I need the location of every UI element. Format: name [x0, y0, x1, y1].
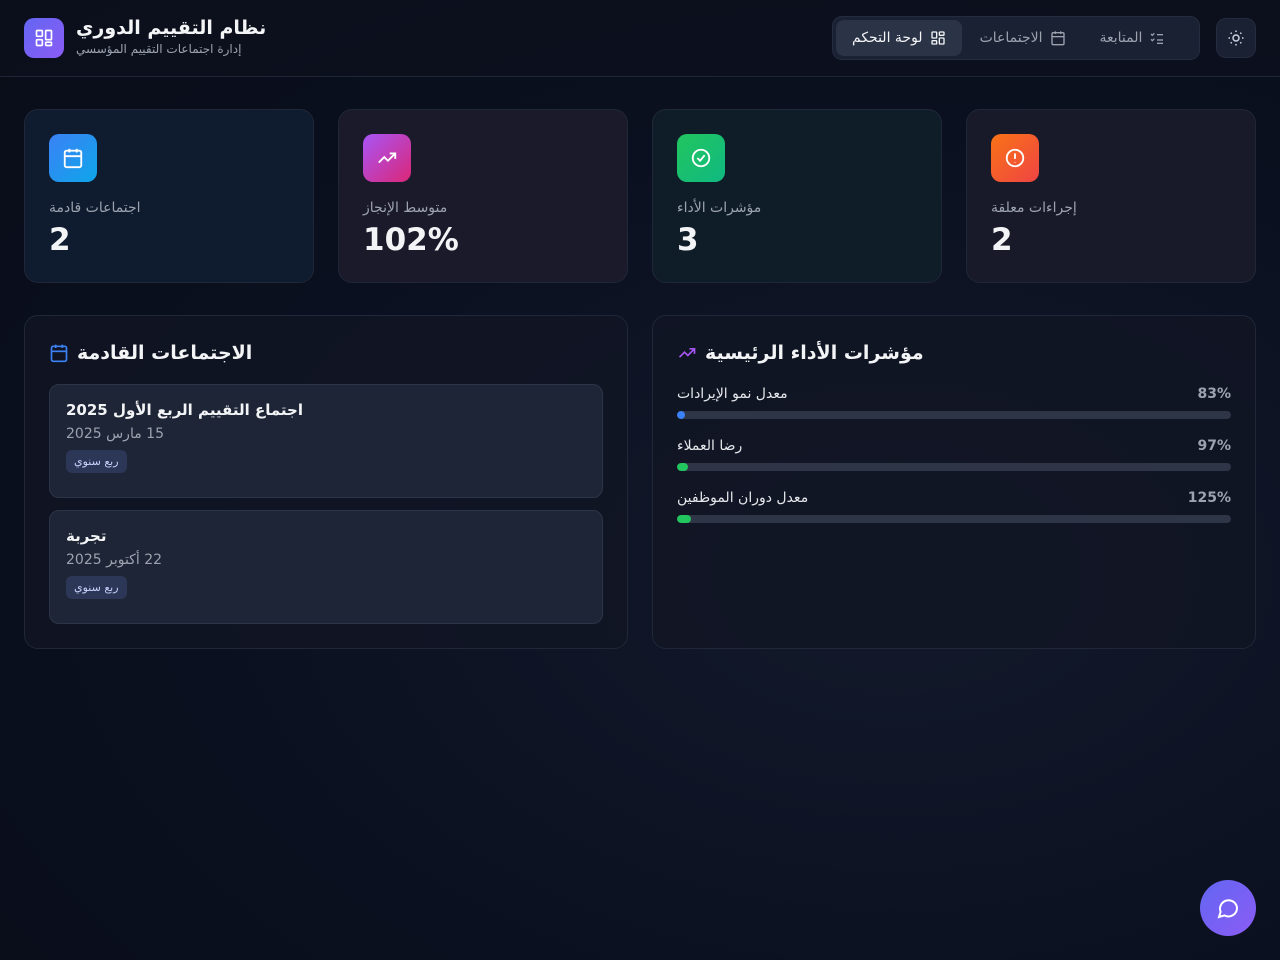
- panel-title: مؤشرات الأداء الرئيسية: [677, 342, 924, 364]
- kpi-item: معدل دوران الموظفين 125%: [677, 490, 1231, 523]
- chat-icon: [1217, 899, 1239, 919]
- theme-toggle-button[interactable]: [1216, 18, 1256, 58]
- kpi-progress-bar: [677, 515, 1231, 523]
- stat-label: إجراءات معلقة: [991, 200, 1077, 216]
- kpi-name: معدل نمو الإيرادات: [677, 386, 788, 402]
- panel-title-text: مؤشرات الأداء الرئيسية: [705, 342, 924, 364]
- panel-title-text: الاجتماعات القادمة: [77, 342, 253, 364]
- upcoming-meetings-panel: الاجتماعات القادمة اجتماع التقييم الربع …: [24, 315, 628, 649]
- nav-dashboard[interactable]: لوحة التحكم: [836, 20, 962, 56]
- meeting-card[interactable]: تجربة 22 أكتوبر 2025 ربع سنوي: [49, 510, 603, 624]
- trending-up-icon: [678, 348, 696, 358]
- main-nav: لوحة التحكم الاجتماعات المتابعة: [832, 16, 1200, 60]
- stat-card-kpis: مؤشرات الأداء 3: [652, 109, 942, 283]
- kpi-panel: مؤشرات الأداء الرئيسية معدل نمو الإيرادا…: [652, 315, 1256, 649]
- kpi-progress-fill: [677, 515, 691, 523]
- stat-label: متوسط الإنجاز: [363, 200, 448, 216]
- meeting-type-badge: ربع سنوي: [66, 450, 127, 473]
- stat-label: اجتماعات قادمة: [49, 200, 141, 216]
- kpi-name: معدل دوران الموظفين: [677, 490, 809, 506]
- kpi-progress-fill: [677, 411, 686, 419]
- meeting-type-badge: ربع سنوي: [66, 576, 127, 599]
- nav-meetings[interactable]: الاجتماعات: [964, 20, 1082, 56]
- nav-dashboard-label: لوحة التحكم: [852, 30, 923, 46]
- meeting-card[interactable]: اجتماع التقييم الربع الأول 2025 15 مارس …: [49, 384, 603, 498]
- stat-card-pending-actions: إجراءات معلقة 2: [966, 109, 1256, 283]
- meeting-date: 22 أكتوبر 2025: [66, 552, 163, 568]
- checklist-icon: [1150, 32, 1164, 44]
- stat-value: 3: [677, 222, 699, 258]
- stat-value: 2: [991, 222, 1013, 258]
- calendar-icon: [49, 134, 97, 182]
- trending-up-icon: [363, 134, 411, 182]
- kpi-item: رضا العملاء 97%: [677, 438, 1231, 471]
- dashboard-icon: [930, 31, 945, 45]
- nav-meetings-label: الاجتماعات: [979, 30, 1043, 46]
- nav-followup-label: المتابعة: [1099, 30, 1143, 46]
- app-subtitle: إدارة اجتماعات التقييم المؤسسي: [76, 42, 242, 56]
- stat-label: مؤشرات الأداء: [677, 200, 762, 216]
- sun-icon: [1228, 30, 1244, 46]
- stat-value: 102%: [363, 222, 459, 258]
- kpi-progress-bar: [677, 463, 1231, 471]
- top-header: نظام التقييم الدوري إدارة اجتماعات التقي…: [0, 0, 1280, 77]
- stat-card-avg-completion: متوسط الإنجاز 102%: [338, 109, 628, 283]
- alert-icon: [991, 134, 1039, 182]
- brand: نظام التقييم الدوري إدارة اجتماعات التقي…: [76, 17, 296, 56]
- calendar-icon: [50, 344, 68, 363]
- meeting-date: 15 مارس 2025: [66, 426, 164, 442]
- panel-title: الاجتماعات القادمة: [49, 342, 252, 364]
- kpi-value: 97%: [1197, 438, 1231, 454]
- chat-button[interactable]: [1200, 880, 1256, 936]
- kpi-item: معدل نمو الإيرادات 83%: [677, 386, 1231, 419]
- kpi-name: رضا العملاء: [677, 438, 743, 454]
- check-circle-icon: [677, 134, 725, 182]
- calendar-icon: [1050, 31, 1065, 46]
- kpi-progress-fill: [677, 463, 689, 471]
- kpi-value: 125%: [1187, 490, 1231, 506]
- kpi-progress-bar: [677, 411, 1231, 419]
- meeting-title: اجتماع التقييم الربع الأول 2025: [66, 401, 303, 419]
- stat-card-upcoming-meetings: اجتماعات قادمة 2: [24, 109, 314, 283]
- grid-icon[interactable]: [24, 18, 64, 58]
- meeting-title: تجربة: [66, 527, 107, 545]
- stat-value: 2: [49, 222, 71, 258]
- app-title: نظام التقييم الدوري: [76, 17, 267, 39]
- kpi-value: 83%: [1197, 386, 1231, 402]
- nav-followup[interactable]: المتابعة: [1084, 20, 1182, 56]
